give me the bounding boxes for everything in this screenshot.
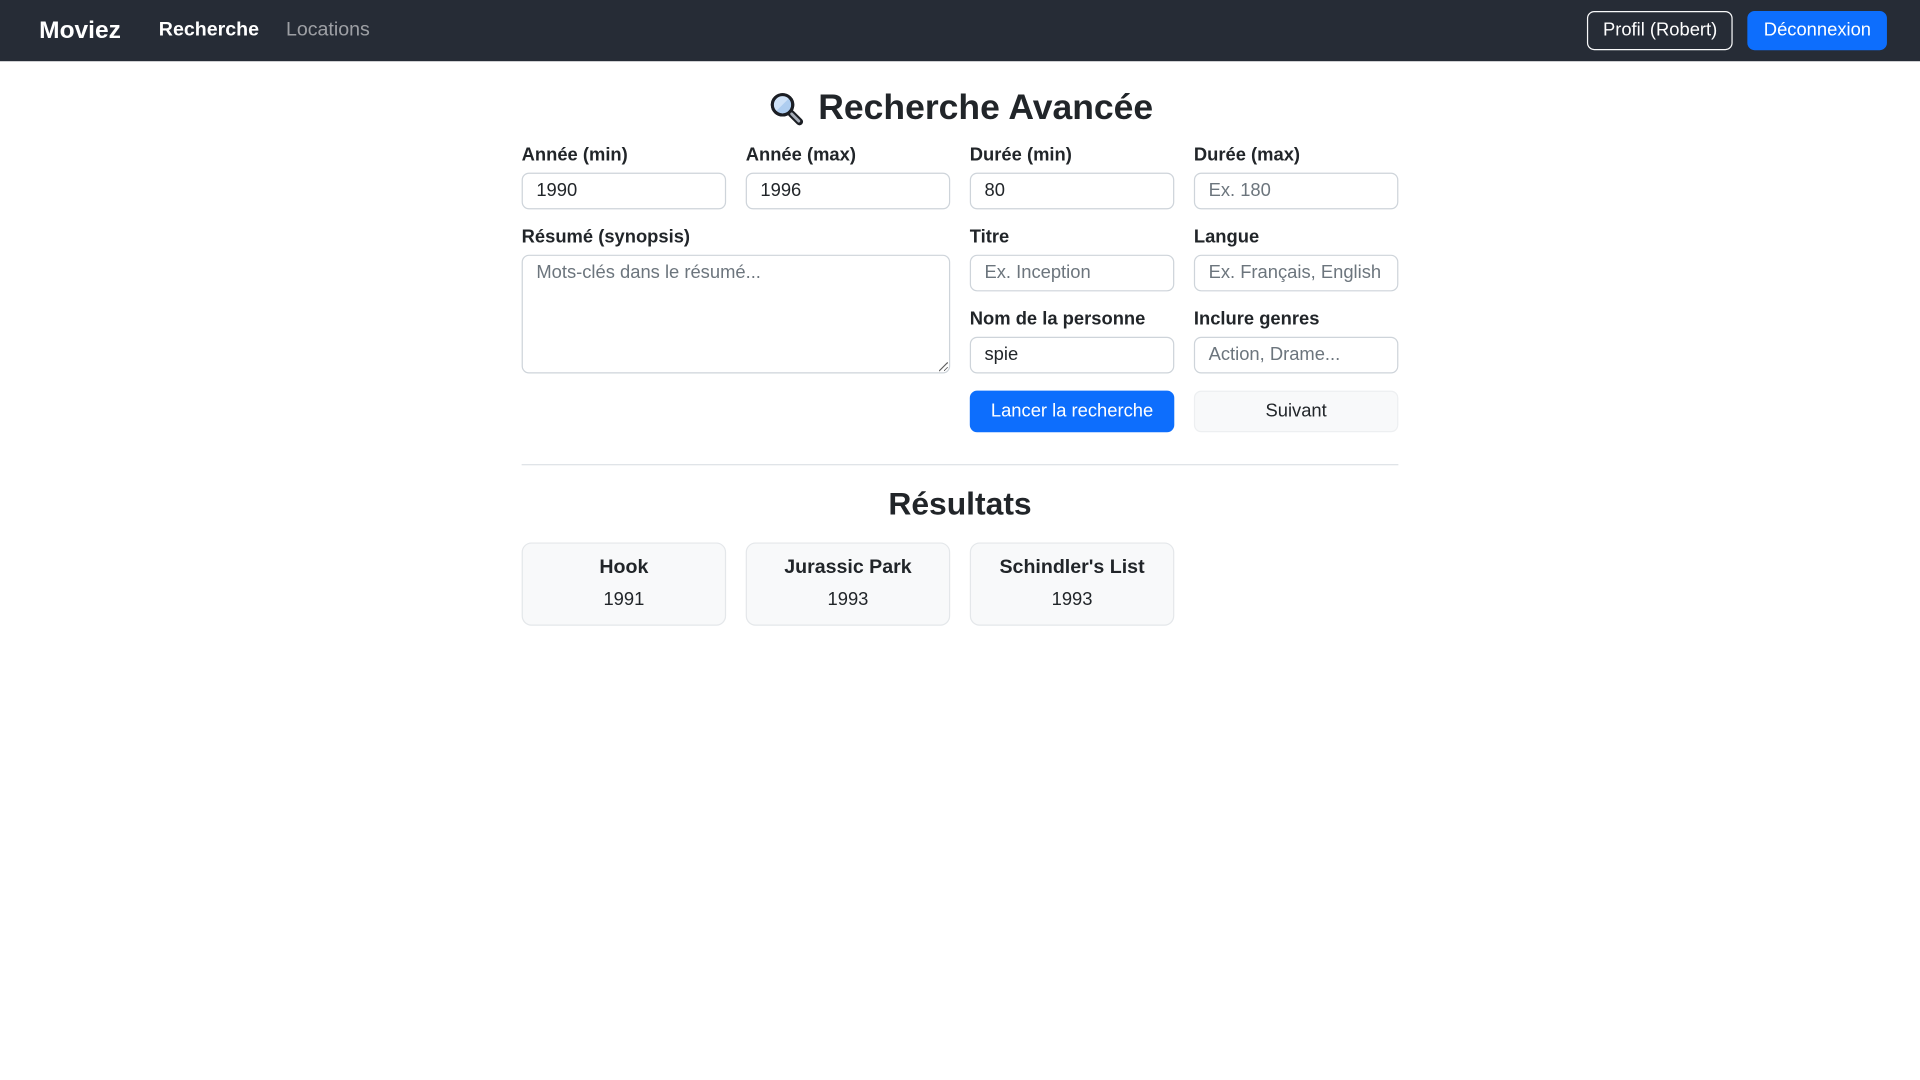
langue-label: Langue — [1194, 227, 1398, 249]
resume-textarea[interactable] — [522, 255, 951, 374]
page: Moviez Recherche Locations Profil (Rober… — [0, 0, 1920, 1080]
duree-min-input[interactable] — [970, 173, 1174, 210]
personne-input[interactable] — [970, 337, 1174, 374]
page-title-text: Recherche Avancée — [818, 88, 1153, 128]
movie-title: Hook — [533, 557, 715, 579]
nav-actions: Profil (Robert) Déconnexion — [1587, 11, 1887, 50]
genres-input[interactable] — [1194, 337, 1398, 374]
titre-label: Titre — [970, 227, 1174, 249]
nav-item-locations[interactable]: Locations — [286, 20, 370, 42]
annee-min-label: Année (min) — [522, 144, 726, 166]
field-resume: Résumé (synopsis) — [522, 227, 951, 374]
navbar: Moviez Recherche Locations Profil (Rober… — [0, 0, 1920, 61]
search-submit-button[interactable]: Lancer la recherche — [970, 391, 1174, 433]
nav-item-recherche[interactable]: Recherche — [159, 20, 259, 42]
duree-min-label: Durée (min) — [970, 144, 1174, 166]
field-duree-max: Durée (max) — [1194, 144, 1398, 209]
duree-max-label: Durée (max) — [1194, 144, 1398, 166]
logout-button[interactable]: Déconnexion — [1748, 11, 1887, 50]
titre-input[interactable] — [970, 255, 1174, 292]
results-title: Résultats — [522, 485, 1399, 523]
field-annee-max: Année (max) — [746, 144, 950, 209]
resume-label: Résumé (synopsis) — [522, 227, 951, 249]
movie-year: 1991 — [533, 589, 715, 610]
movie-year: 1993 — [757, 589, 939, 610]
brand-logo[interactable]: Moviez — [39, 17, 121, 45]
results-divider — [522, 464, 1399, 465]
results-list: Hook 1991 Jurassic Park 1993 Schindler's… — [522, 542, 1399, 625]
personne-label: Nom de la personne — [970, 309, 1174, 331]
page-title: Recherche Avancée — [0, 88, 1920, 128]
annee-max-label: Année (max) — [746, 144, 950, 166]
field-duree-min: Durée (min) — [970, 144, 1174, 209]
annee-min-input[interactable] — [522, 173, 726, 210]
main-content: Recherche Avancée Année (min) Année (max… — [0, 61, 1920, 625]
movie-card[interactable]: Jurassic Park 1993 — [746, 542, 950, 625]
movie-title: Jurassic Park — [757, 557, 939, 579]
field-titre: Titre — [970, 227, 1174, 292]
magnifier-icon — [767, 89, 805, 127]
genres-label: Inclure genres — [1194, 309, 1398, 331]
langue-input[interactable] — [1194, 255, 1398, 292]
movie-card[interactable]: Schindler's List 1993 — [970, 542, 1174, 625]
movie-year: 1993 — [981, 589, 1163, 610]
field-genres: Inclure genres — [1194, 309, 1398, 374]
annee-max-input[interactable] — [746, 173, 950, 210]
nav-links: Recherche Locations — [159, 20, 1587, 42]
duree-max-input[interactable] — [1194, 173, 1398, 210]
profile-button[interactable]: Profil (Robert) — [1587, 11, 1733, 50]
next-page-button[interactable]: Suivant — [1194, 391, 1398, 433]
field-personne: Nom de la personne — [970, 309, 1174, 374]
field-langue: Langue — [1194, 227, 1398, 292]
advanced-search-form: Année (min) Année (max) Durée (min) Duré… — [522, 144, 1399, 432]
movie-card[interactable]: Hook 1991 — [522, 542, 726, 625]
movie-title: Schindler's List — [981, 557, 1163, 579]
field-annee-min: Année (min) — [522, 144, 726, 209]
